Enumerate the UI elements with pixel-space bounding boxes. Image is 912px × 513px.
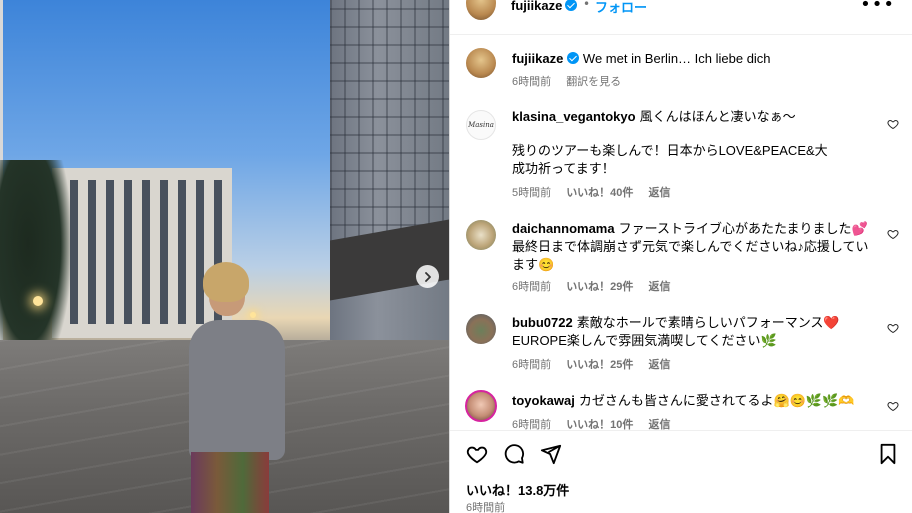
post-photo (0, 0, 449, 513)
caption-text: We met in Berlin… Ich liebe dich (582, 51, 771, 66)
caption-meta: 6時間前 翻訳を見る (512, 73, 633, 89)
comment-likes[interactable]: いいね！29件 (566, 281, 633, 293)
comment-username[interactable]: bubu0722 (512, 315, 573, 330)
header-username[interactable]: fujiikaze (511, 0, 562, 13)
verified-badge-icon (565, 0, 577, 11)
photo-person (185, 262, 295, 513)
comment-body: klasina_vegantokyo 風くんはほんと凄いなぁ～ (512, 108, 872, 126)
avatar[interactable] (466, 0, 496, 20)
comment-username[interactable]: toyokawaj (512, 393, 575, 408)
post-side-panel: fujiikaze • フォロー ••• fujiikaze We met in… (449, 0, 912, 513)
comment-text: 風くんはほんと凄いなぁ～ (639, 109, 796, 124)
avatar[interactable] (466, 220, 496, 250)
comment-time[interactable]: 6時間前 (512, 359, 551, 371)
heart-icon[interactable] (887, 118, 899, 130)
comment-body: toyokawaj カゼさんも皆さんに愛されてるよ🤗😊🌿🌿🫶 (512, 392, 862, 410)
like-heart-icon[interactable] (466, 443, 488, 465)
next-photo-button[interactable] (416, 265, 439, 288)
post-header: fujiikaze • フォロー ••• (450, 0, 912, 35)
comment-username[interactable]: klasina_vegantokyo (512, 109, 636, 124)
verified-badge-icon (567, 52, 580, 64)
avatar[interactable]: Masina (466, 110, 496, 140)
heart-icon[interactable] (887, 228, 899, 240)
photo-tree (0, 160, 70, 370)
chevron-right-icon (424, 271, 431, 282)
avatar[interactable] (466, 48, 496, 78)
reply-button[interactable]: 返信 (649, 281, 671, 293)
avatar[interactable] (466, 314, 496, 344)
heart-icon[interactable] (887, 400, 899, 412)
caption-time[interactable]: 6時間前 (512, 76, 551, 88)
comment-meta: 6時間前 いいね！25件 返信 (512, 356, 683, 372)
comment-icon[interactable] (503, 443, 525, 465)
post-time[interactable]: 6時間前 (466, 499, 505, 513)
comment-time[interactable]: 5時間前 (512, 187, 551, 199)
bookmark-icon[interactable] (877, 443, 899, 465)
post-action-bar (450, 440, 912, 468)
more-options-icon[interactable]: ••• (860, 0, 895, 15)
divider (450, 430, 912, 431)
comment-likes[interactable]: いいね！40件 (566, 187, 633, 199)
caption-body: fujiikaze We met in Berlin… Ich liebe di… (512, 50, 872, 68)
photo-street-lamp (33, 296, 43, 306)
post-likes-count[interactable]: いいね！13.8万件 (466, 480, 569, 499)
heart-icon[interactable] (887, 322, 899, 334)
follow-button[interactable]: フォロー (595, 0, 647, 16)
comment-meta: 5時間前 いいね！40件 返信 (512, 184, 683, 200)
comment-body: bubu0722 素敵なホールで素晴らしいパフォーマンス❤️EUROPE楽しんで雰… (512, 314, 862, 350)
comment-likes[interactable]: いいね！25件 (566, 359, 633, 371)
comment-text: カゼさんも皆さんに愛されてるよ🤗😊🌿🌿🫶 (578, 393, 855, 408)
avatar[interactable] (465, 390, 497, 422)
comment-body: daichannomama ファーストライブ心があたたまりました💕最終日まで体調崩… (512, 220, 872, 274)
comment-time[interactable]: 6時間前 (512, 281, 551, 293)
reply-button[interactable]: 返信 (649, 187, 671, 199)
caption-username[interactable]: fujiikaze (512, 51, 563, 66)
comment-username[interactable]: daichannomama (512, 221, 615, 236)
comment-text-continued: 残りのツアーも楽しんで！日本からLOVE&PEACE&大成功祈ってます！ (512, 143, 828, 176)
translate-button[interactable]: 翻訳を見る (566, 76, 621, 88)
share-icon[interactable] (540, 443, 562, 465)
comment-meta: 6時間前 いいね！29件 返信 (512, 278, 683, 294)
separator-dot: • (583, 0, 591, 11)
reply-button[interactable]: 返信 (649, 359, 671, 371)
avatar-logo-text: Masina (468, 121, 494, 129)
